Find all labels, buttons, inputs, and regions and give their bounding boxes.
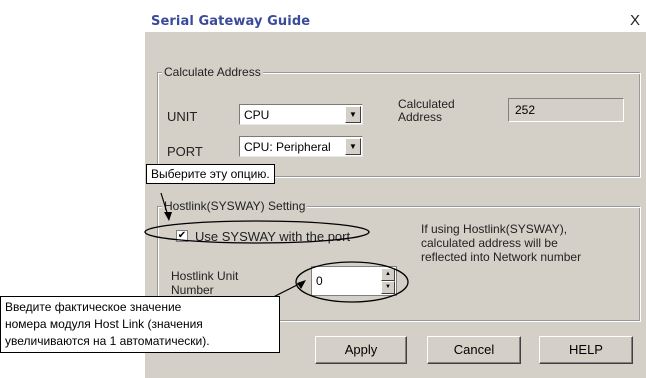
spin-up-icon[interactable]: ▲ — [381, 268, 395, 281]
calculate-address-group — [157, 72, 641, 178]
close-icon[interactable]: X — [628, 13, 642, 29]
select-option-callout-text: Выберите эту опцию. — [151, 167, 270, 181]
dialog-title: Serial Gateway Guide — [151, 14, 311, 29]
unit-label: UNIT — [167, 109, 198, 124]
unit-select-value: CPU — [244, 108, 270, 122]
calculate-address-legend: Calculate Address — [162, 65, 263, 79]
port-label: PORT — [167, 144, 203, 159]
hostlink-unit-number-stepper[interactable]: 0 ▲ ▼ — [311, 266, 397, 296]
select-option-callout: Выберите эту опцию. — [146, 164, 275, 184]
enter-value-callout: Введите фактическое значение номера моду… — [0, 296, 280, 353]
calculated-address-field: 252 — [508, 98, 624, 122]
calculated-address-label-line2: Address — [398, 110, 443, 124]
hostlink-unit-number-value[interactable]: 0 — [316, 274, 323, 288]
calculated-address-label-line1: Calculated — [398, 97, 455, 111]
chevron-down-icon[interactable]: ▼ — [345, 138, 361, 155]
use-sysway-label[interactable]: Use SYSWAY with the port — [195, 229, 350, 244]
help-button[interactable]: HELP — [539, 336, 633, 364]
hostlink-info-line1: If using Hostlink(SYSWAY), — [421, 222, 568, 236]
title-bar: Serial Gateway Guide X — [145, 10, 646, 32]
hostlink-unit-number-label-line1: Hostlink Unit — [171, 269, 239, 283]
chevron-down-icon[interactable]: ▼ — [345, 106, 361, 123]
spin-down-icon[interactable]: ▼ — [381, 281, 395, 294]
port-select[interactable]: CPU: Peripheral ▼ — [239, 136, 363, 157]
cancel-button[interactable]: Cancel — [427, 336, 521, 364]
hostlink-info-line3: reflected into Network number — [421, 250, 582, 264]
enter-value-callout-line2: номера модуля Host Link (значения — [5, 317, 203, 331]
port-select-value: CPU: Peripheral — [244, 140, 331, 154]
use-sysway-checkbox[interactable]: ✔ — [176, 230, 188, 242]
hostlink-setting-legend: Hostlink(SYSWAY) Setting — [162, 199, 308, 213]
calculated-address-value: 252 — [515, 103, 536, 117]
enter-value-callout-line3: увеличиваются на 1 автоматически). — [5, 334, 210, 348]
enter-value-callout-line1: Введите фактическое значение — [5, 300, 182, 314]
apply-button[interactable]: Apply — [315, 336, 407, 364]
unit-select[interactable]: CPU ▼ — [239, 104, 363, 125]
hostlink-info-line2: calculated address will be — [421, 236, 558, 250]
hostlink-unit-number-label-line2: Number — [171, 283, 214, 297]
